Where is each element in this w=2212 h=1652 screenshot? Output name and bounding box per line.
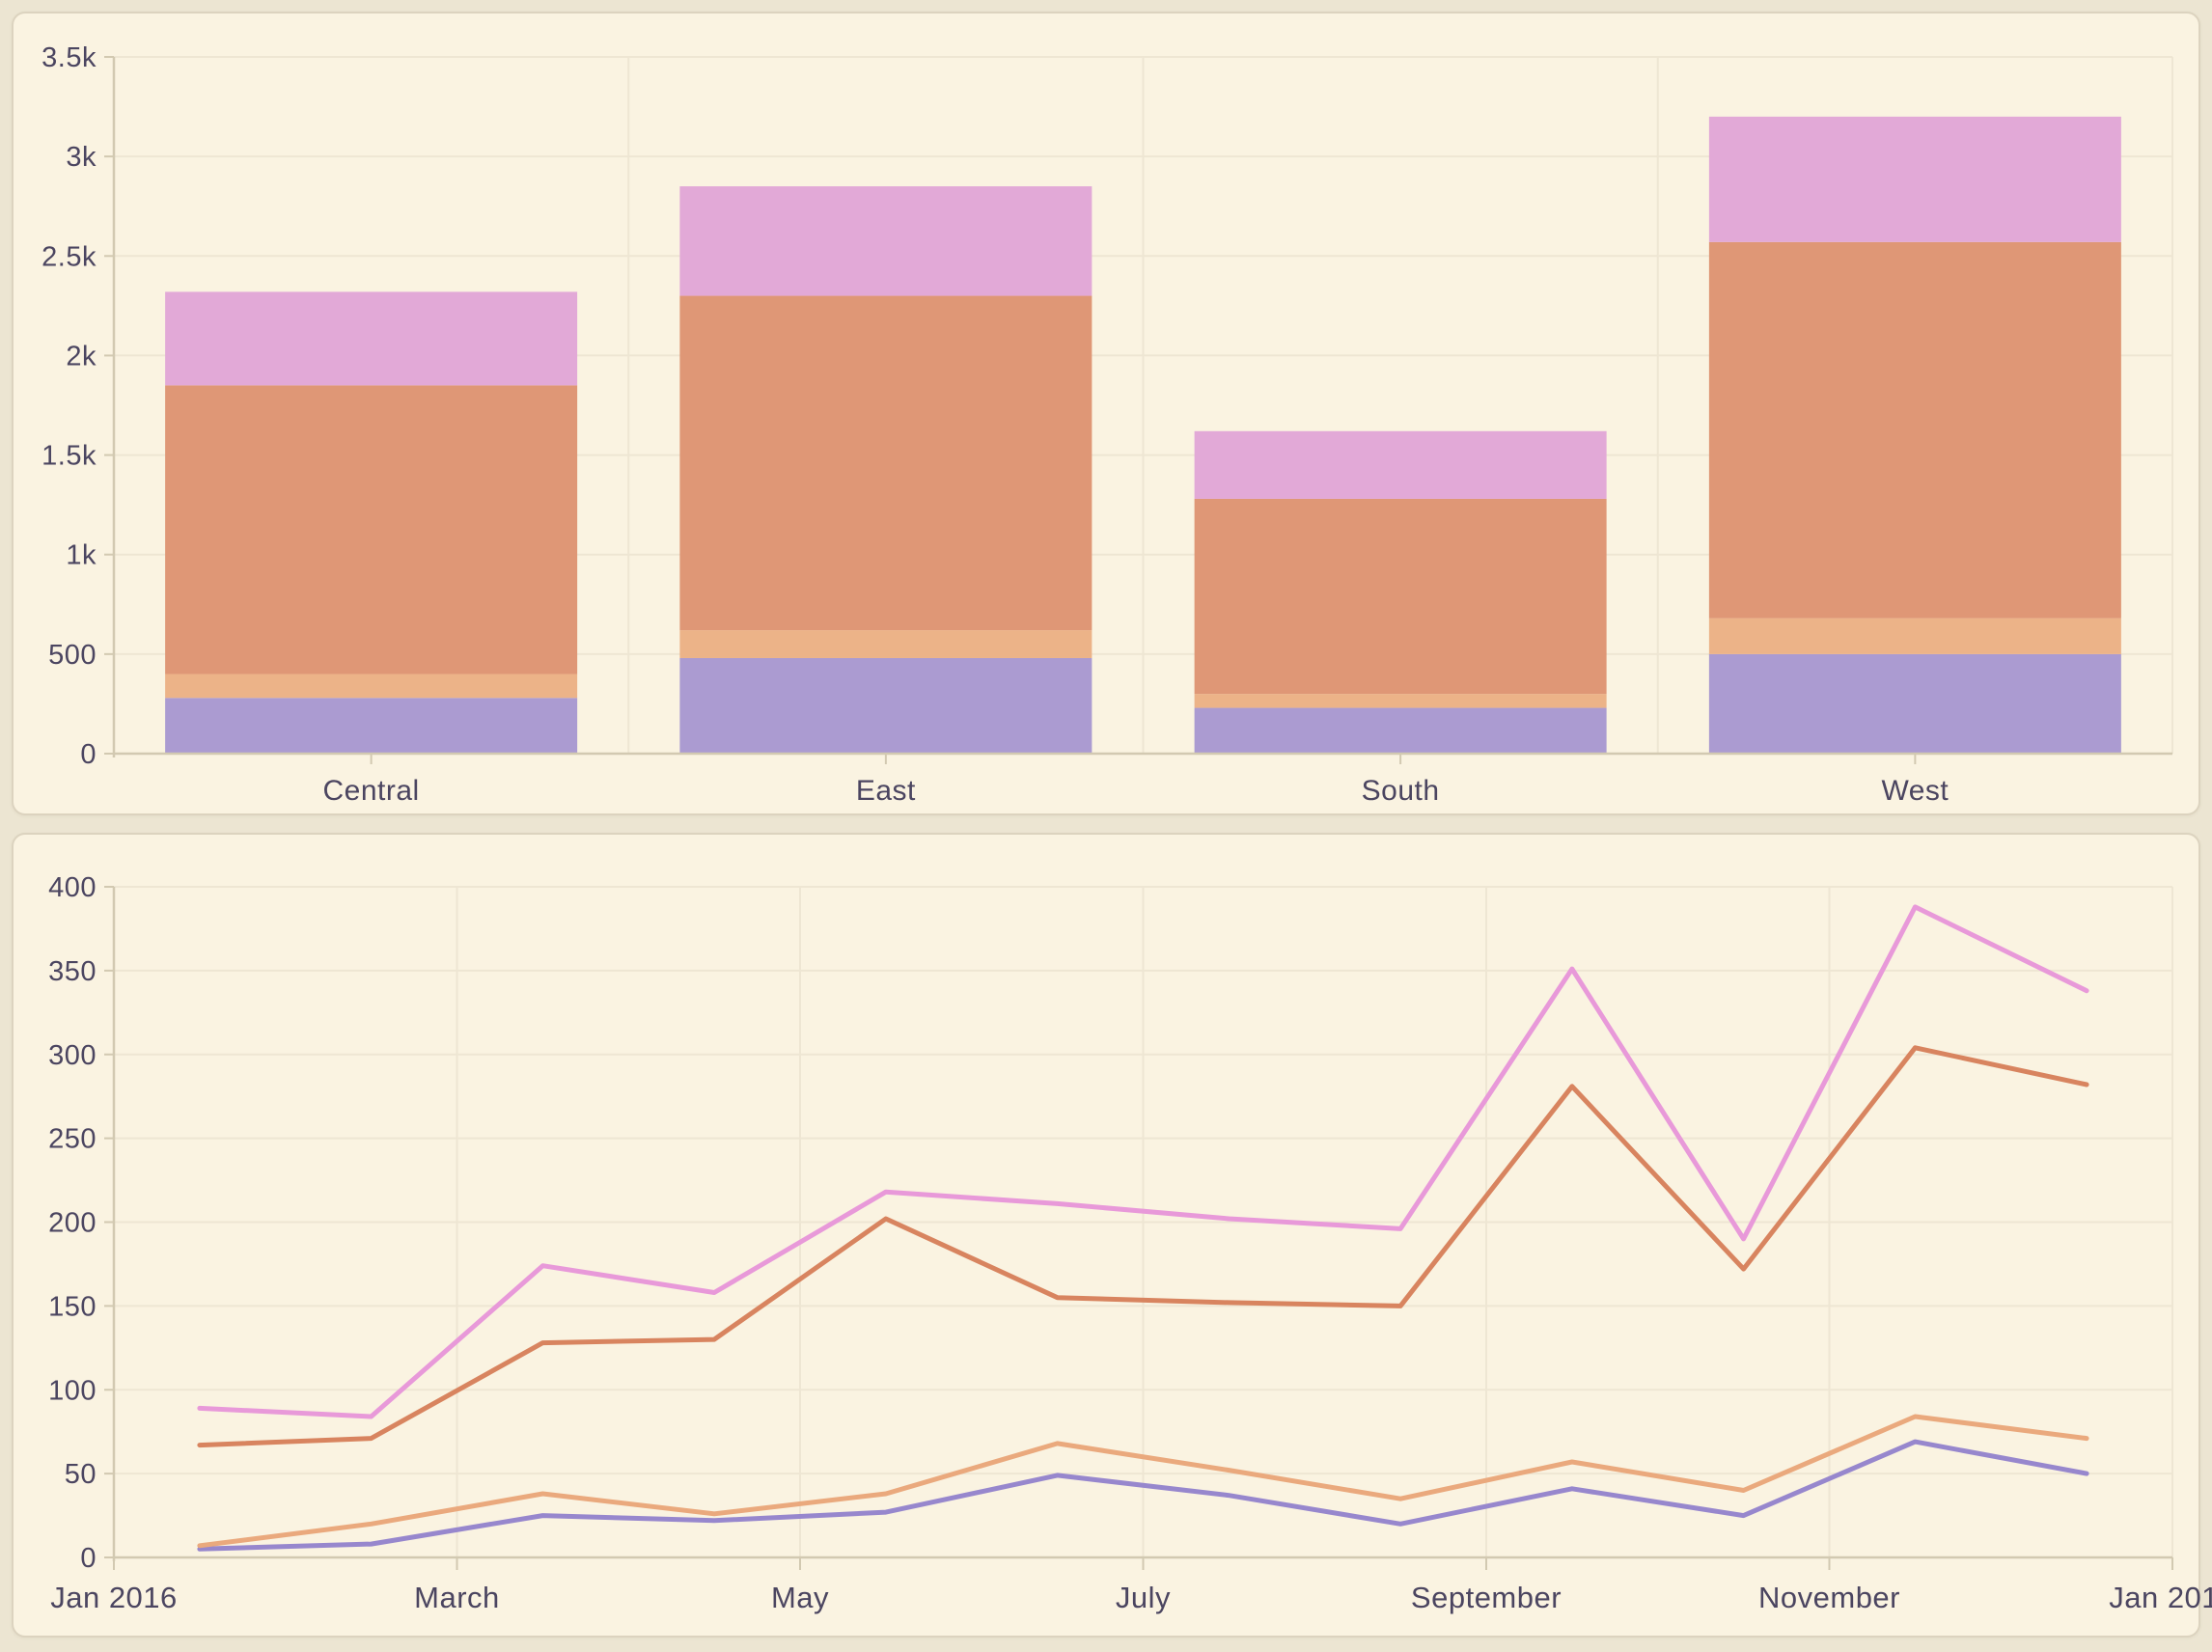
y-axis-label: 0 (80, 1543, 97, 1574)
bar-segment-series-3-salmon[interactable] (679, 296, 1092, 631)
y-axis-label: 50 (65, 1459, 97, 1490)
x-axis-month-label: March (414, 1581, 500, 1614)
y-axis-label: 300 (48, 1040, 97, 1071)
dashboard: 05001k1.5k2k2.5k3k3.5kCentralEastSouthWe… (0, 0, 2212, 1652)
bar-segment-series-4-pink[interactable] (165, 291, 577, 385)
y-axis-label: 3.5k (41, 42, 97, 73)
y-axis-label: 350 (48, 956, 97, 987)
bar-segment-series-4-pink[interactable] (1709, 117, 2121, 242)
y-axis-label: 0 (80, 739, 97, 770)
x-axis-month-label: Jan 2016 (50, 1581, 178, 1614)
bar-segment-series-2-tan[interactable] (165, 674, 577, 698)
y-axis-label: 1.5k (41, 441, 97, 472)
y-axis-label: 500 (48, 640, 97, 671)
y-axis-label: 250 (48, 1124, 97, 1155)
bar-segment-series-3-salmon[interactable] (1709, 242, 2121, 619)
y-axis-label: 3k (66, 142, 97, 173)
x-axis-category-label: East (856, 775, 916, 807)
x-axis-month-label: May (771, 1581, 829, 1614)
bar-segment-series-1-purple[interactable] (679, 658, 1092, 754)
y-axis-label: 150 (48, 1291, 97, 1322)
bar-segment-series-3-salmon[interactable] (165, 385, 577, 674)
bar-segment-series-4-pink[interactable] (679, 186, 1092, 295)
bar-segment-series-1-purple[interactable] (165, 698, 577, 754)
x-axis-month-label: November (1758, 1581, 1900, 1614)
bar-segment-series-4-pink[interactable] (1195, 431, 1607, 499)
x-axis-category-label: Central (323, 775, 420, 807)
bar-segment-series-3-salmon[interactable] (1195, 499, 1607, 694)
bar-segment-series-1-purple[interactable] (1709, 654, 2121, 754)
bar-segment-series-2-tan[interactable] (1195, 694, 1607, 707)
y-axis-label: 100 (48, 1375, 97, 1406)
y-axis-label: 2k (66, 341, 97, 372)
bar-segment-series-2-tan[interactable] (1709, 619, 2121, 654)
x-axis-category-label: South (1362, 775, 1440, 807)
x-axis-month-label: July (1116, 1581, 1171, 1614)
x-axis-month-label: September (1411, 1581, 1562, 1614)
bar-segment-series-1-purple[interactable] (1195, 708, 1607, 754)
line-chart[interactable]: 0 50 100 150 200 250 300 350 400 Jan 2016 March May… (14, 835, 2202, 1639)
monthly-line-chart-card: 0 50 100 150 200 250 300 350 400 Jan 2016 March May… (12, 833, 2200, 1638)
line-chart-axes: Jan 2016 March May July September November Jan… (50, 887, 2212, 1614)
y-axis-label: 1k (66, 540, 97, 571)
y-axis-label: 2.5k (41, 241, 97, 272)
x-axis-month-label: Jan 2017 (2109, 1581, 2212, 1614)
y-axis-label: 200 (48, 1208, 97, 1239)
bar-segment-series-2-tan[interactable] (679, 630, 1092, 658)
x-axis-category-label: West (1881, 775, 1949, 807)
stacked-bar-chart[interactable]: 0 500 1k 1.5k 2k 2.5k 3k 3.5k Central East South We… (14, 14, 2202, 817)
stacked-bar-chart-card: 0 500 1k 1.5k 2k 2.5k 3k 3.5k Central East South We… (12, 12, 2200, 815)
y-axis-label: 400 (48, 872, 97, 903)
